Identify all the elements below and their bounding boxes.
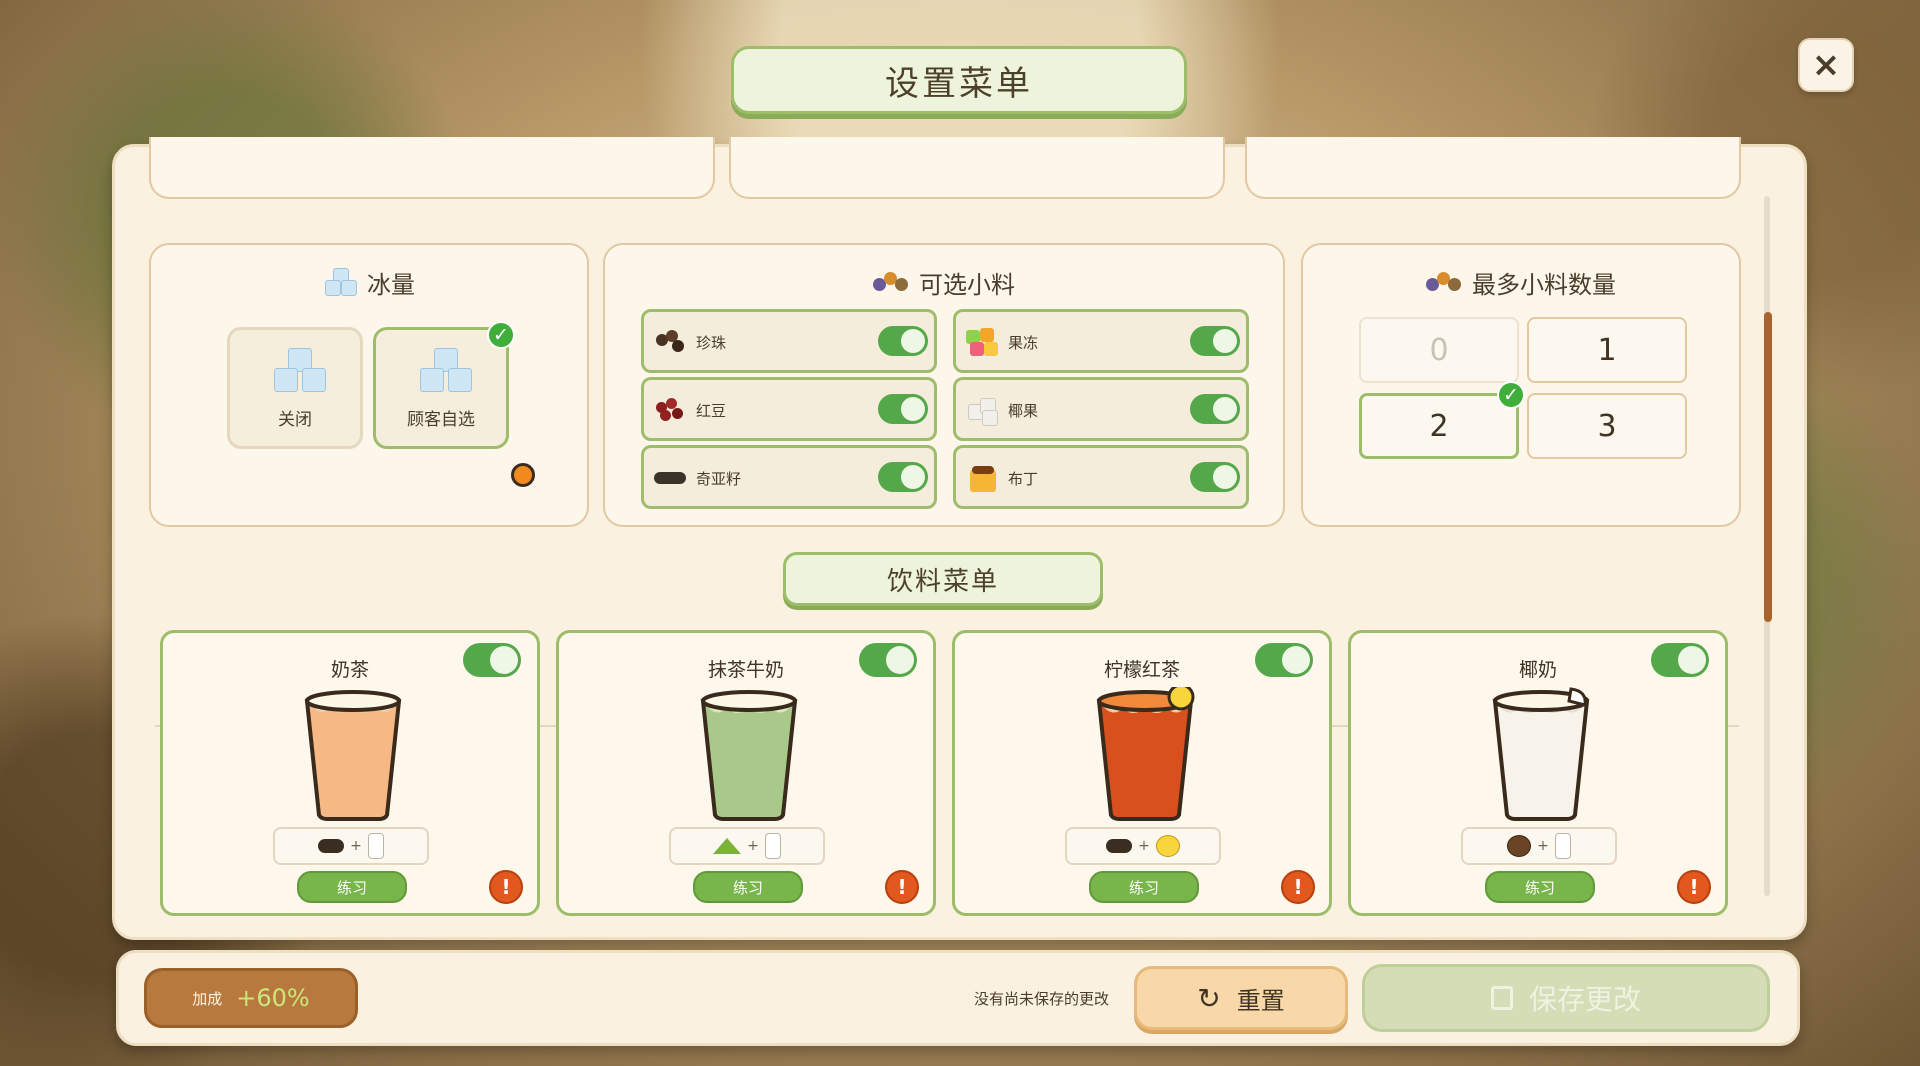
max-toppings-option-3[interactable]: 3 — [1527, 393, 1687, 459]
topping-toggle-coconut-jelly[interactable] — [1190, 394, 1240, 424]
drink-toggle-coconut-milk[interactable] — [1651, 643, 1709, 677]
topping-row-pearl: 珍珠 — [641, 309, 937, 373]
lemon-icon — [1155, 835, 1180, 857]
ice-option-off[interactable]: 关闭 — [227, 327, 363, 449]
ice-section: 冰量 关闭 顾客自选 ✓ — [149, 243, 589, 527]
recipe-box: + — [1461, 827, 1617, 865]
topping-toggle-jelly[interactable] — [1190, 326, 1240, 356]
topping-row-coconut-jelly: 椰果 — [953, 377, 1249, 441]
coconut-jelly-icon — [966, 394, 998, 426]
save-icon — [1490, 986, 1513, 1010]
drink-toggle-milk-tea[interactable] — [463, 643, 521, 677]
max-toppings-title: 最多小料数量 — [1303, 265, 1739, 300]
topping-row-jelly: 果冻 — [953, 309, 1249, 373]
ice-cube-icon — [272, 348, 328, 398]
warning-icon[interactable]: ! — [1677, 870, 1711, 904]
warning-icon[interactable]: ! — [489, 870, 523, 904]
recipe-box: + — [1065, 827, 1221, 865]
toppings-section-title: 可选小料 — [605, 265, 1283, 300]
topping-toggle-pearl[interactable] — [878, 326, 928, 356]
bonus-badge: 加成 +60% — [144, 968, 358, 1028]
ice-option-customer-choice[interactable]: 顾客自选 — [373, 327, 509, 449]
drink-card-lemon-black-tea: 柠檬红茶 + 练习 ! — [952, 630, 1332, 916]
recipe-box: + — [273, 827, 429, 865]
topping-name: 果冻 — [1008, 334, 1039, 352]
reset-label: 重置 — [1236, 986, 1285, 1015]
toppings-icon — [873, 271, 909, 294]
milk-tea-cup-icon — [304, 690, 402, 821]
topping-name: 珍珠 — [696, 334, 727, 352]
practice-button[interactable]: 练习 — [1485, 871, 1595, 903]
recipe-box: + — [669, 827, 825, 865]
topping-toggle-red-bean[interactable] — [878, 394, 928, 424]
ice-section-title: 冰量 — [151, 265, 587, 300]
close-button[interactable]: × — [1798, 38, 1854, 92]
practice-button[interactable]: 练习 — [297, 871, 407, 903]
selected-check-icon: ✓ — [487, 321, 515, 349]
matcha-milk-cup-icon — [700, 690, 798, 821]
section-card-top-2 — [729, 137, 1225, 199]
drink-menu-title: 饮料菜单 — [783, 552, 1103, 606]
practice-button[interactable]: 练习 — [693, 871, 803, 903]
topping-row-red-bean: 红豆 — [641, 377, 937, 441]
page-title: 设置菜单 — [731, 46, 1187, 114]
milk-bottle-icon — [367, 833, 384, 859]
pudding-icon — [966, 462, 998, 492]
ice-option-label: 顾客自选 — [407, 410, 475, 430]
warning-icon[interactable]: ! — [1281, 870, 1315, 904]
topping-name: 布丁 — [1008, 470, 1039, 488]
topping-name: 椰果 — [1008, 402, 1039, 420]
max-toppings-section: 最多小料数量 0 1 2 3 ✓ — [1301, 243, 1741, 527]
topping-name: 奇亚籽 — [696, 470, 742, 488]
topping-name: 红豆 — [696, 402, 727, 420]
drink-card-coconut-milk: 椰奶 + 练习 ! — [1348, 630, 1728, 916]
ice-cube-icon — [418, 348, 474, 398]
selected-check-icon: ✓ — [1497, 381, 1525, 409]
topping-toggle-pudding[interactable] — [1190, 462, 1240, 492]
max-toppings-option-2[interactable]: 2 — [1359, 393, 1519, 459]
warning-icon[interactable]: ! — [885, 870, 919, 904]
drink-card-milk-tea: 奶茶 + 练习 ! — [160, 630, 540, 916]
topping-toggle-chia-seed[interactable] — [878, 462, 928, 492]
ice-option-label: 关闭 — [278, 410, 312, 430]
toppings-icon — [1426, 271, 1462, 294]
max-toppings-option-1[interactable]: 1 — [1527, 317, 1687, 383]
pearl-icon — [654, 326, 686, 356]
toppings-section: 可选小料 珍珠 红豆 奇亚籽 果冻 椰果 布丁 — [603, 243, 1285, 527]
drink-toggle-lemon-black-tea[interactable] — [1255, 643, 1313, 677]
matcha-powder-icon — [713, 838, 742, 854]
bonus-label: 加成 — [192, 989, 223, 1008]
reset-icon: ↻ — [1197, 981, 1221, 1015]
tea-leaves-icon — [1106, 839, 1133, 853]
topping-row-chia-seed: 奇亚籽 — [641, 445, 937, 509]
save-changes-button[interactable]: 保存更改 — [1362, 964, 1770, 1032]
coconut-milk-cup-icon — [1492, 687, 1590, 821]
save-label: 保存更改 — [1528, 983, 1641, 1016]
topping-row-pudding: 布丁 — [953, 445, 1249, 509]
milk-bottle-icon — [764, 833, 781, 859]
tea-leaves-icon — [318, 839, 345, 853]
close-icon: × — [1811, 45, 1841, 85]
section-card-top-3 — [1245, 137, 1741, 199]
red-bean-icon — [654, 394, 686, 424]
ice-cube-icon — [323, 267, 357, 298]
section-card-top-1 — [149, 137, 715, 199]
bonus-value: +60% — [236, 984, 310, 1012]
drink-card-matcha-milk: 抹茶牛奶 + 练习 ! — [556, 630, 936, 916]
drink-toggle-matcha-milk[interactable] — [859, 643, 917, 677]
practice-button[interactable]: 练习 — [1089, 871, 1199, 903]
unsaved-status: 没有尚未保存的更改 — [974, 990, 1110, 1008]
jelly-icon — [966, 326, 998, 356]
max-toppings-option-0[interactable]: 0 — [1359, 317, 1519, 383]
lemon-black-tea-cup-icon — [1096, 687, 1195, 821]
milk-bottle-icon — [1554, 833, 1571, 859]
cursor-icon — [511, 463, 535, 487]
coconut-icon — [1507, 835, 1532, 857]
reset-button[interactable]: ↻ 重置 — [1134, 966, 1348, 1030]
scrollbar-thumb[interactable] — [1764, 312, 1772, 622]
chia-seed-icon — [654, 462, 686, 492]
